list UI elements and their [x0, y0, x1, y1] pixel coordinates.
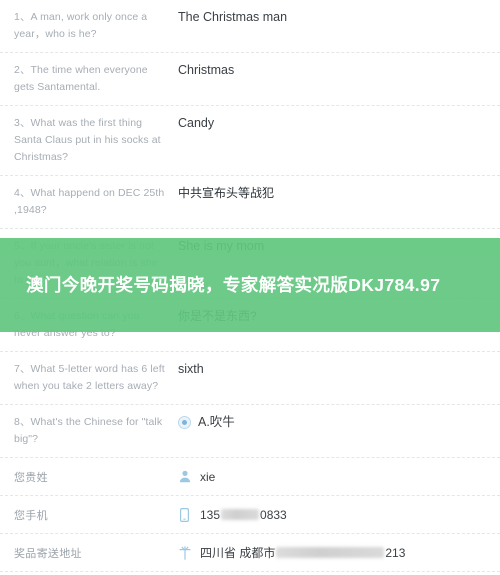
phone-value: 135 0833 [200, 508, 287, 522]
address-suffix: 213 [385, 546, 406, 560]
question-text: 3、What was the first thing Santa Claus p… [14, 115, 174, 166]
phone-prefix: 135 [200, 507, 221, 522]
answer-text: The Christmas man [178, 10, 288, 24]
question-text: 4、What happend on DEC 25th ,1948? [14, 185, 174, 219]
question-number: 7、 [14, 363, 31, 375]
field-value: 四川省 成都市 213 [174, 544, 490, 561]
question-body: What happend on DEC 25th ,1948? [14, 187, 165, 216]
question-body: What's the Chinese for "talk big"? [14, 416, 163, 445]
field-label: 奖品寄送地址 [14, 547, 82, 560]
table-row: 8、What's the Chinese for "talk big"? A.吹… [0, 405, 500, 458]
question-number: 2、 [14, 64, 31, 76]
field-value: 135 0833 [174, 508, 490, 522]
table-row: 7、What 5-letter word has 6 left when you… [0, 352, 500, 405]
address-value: 四川省 成都市 213 [200, 544, 405, 561]
location-pin-icon [178, 545, 191, 560]
name-value: xie [200, 469, 216, 484]
answer-text: Candy [178, 116, 215, 130]
address-prefix: 四川省 成都市 [200, 546, 276, 560]
contact-row-phone: 您手机 135 0833 [0, 496, 500, 534]
contact-row-address: 奖品寄送地址 四川省 成都市 213 [0, 534, 500, 572]
table-row: 2、The time when everyone gets Santamenta… [0, 53, 500, 106]
question-body: A man, work only once a year，who is he? [14, 11, 148, 40]
phone-icon [178, 507, 191, 522]
answer-cell: A.吹牛 [174, 414, 490, 431]
field-label: 您手机 [14, 509, 48, 522]
table-row: 4、What happend on DEC 25th ,1948? 中共宣布头等… [0, 176, 500, 229]
answer-text: 中共宣布头等战犯 [178, 186, 275, 200]
table-row: 1、A man, work only once a year，who is he… [0, 0, 500, 53]
promo-overlay-banner: 澳门今晚开奖号码揭晓，专家解答实况版DKJ784.97 [0, 238, 500, 332]
question-number: 1、 [14, 11, 31, 23]
radio-selected-icon[interactable] [178, 416, 191, 429]
question-number: 3、 [14, 117, 31, 129]
answer-text: sixth [178, 362, 204, 376]
question-number: 8、 [14, 416, 31, 428]
promo-overlay-text: 澳门今晚开奖号码揭晓，专家解答实况版DKJ784.97 [26, 274, 441, 295]
question-body: What 5-letter word has 6 left when you t… [14, 363, 165, 392]
question-number: 4、 [14, 187, 31, 199]
contact-row-name: 您贵姓 xie [0, 458, 500, 496]
field-label: 您贵姓 [14, 471, 48, 484]
radio-option-label: A.吹牛 [198, 415, 235, 429]
answer-text: Christmas [178, 63, 235, 77]
question-text: 2、The time when everyone gets Santamenta… [14, 62, 174, 96]
redacted-block [276, 547, 385, 558]
field-value: xie [174, 470, 490, 484]
table-row: 3、What was the first thing Santa Claus p… [0, 106, 500, 176]
user-icon [178, 470, 191, 484]
redacted-block [221, 508, 260, 520]
radio-option-a[interactable]: A.吹牛 [178, 414, 490, 431]
question-text: 1、A man, work only once a year，who is he… [14, 9, 174, 43]
phone-suffix: 0833 [260, 507, 287, 522]
question-text: 7、What 5-letter word has 6 left when you… [14, 361, 174, 395]
question-body: The time when everyone gets Santamental. [14, 64, 148, 93]
question-text: 8、What's the Chinese for "talk big"? [14, 414, 174, 448]
question-body: What was the first thing Santa Claus put… [14, 117, 161, 163]
